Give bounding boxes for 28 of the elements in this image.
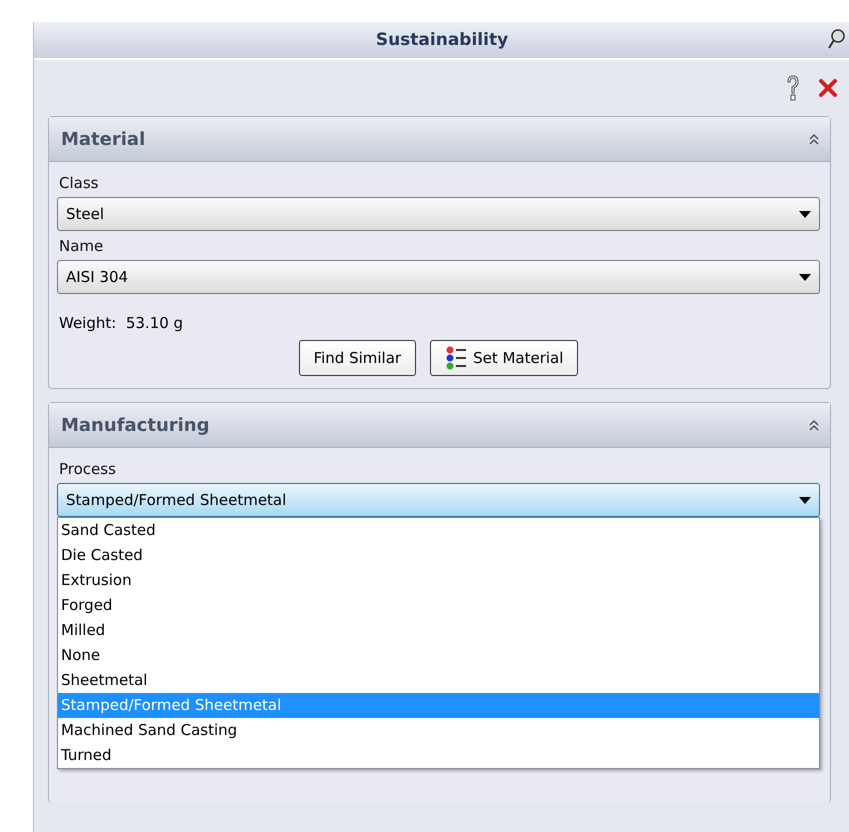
name-label: Name: [59, 237, 104, 255]
dropdown-option[interactable]: Machined Sand Casting: [58, 718, 819, 743]
close-icon[interactable]: [818, 78, 838, 98]
group-title: Manufacturing: [61, 414, 210, 436]
set-material-button[interactable]: Set Material: [430, 340, 578, 376]
help-icon[interactable]: [786, 75, 800, 101]
collapse-icon[interactable]: [808, 132, 820, 146]
dropdown-option[interactable]: Die Casted: [58, 543, 819, 568]
group-title: Material: [61, 128, 146, 150]
name-dropdown[interactable]: AISI 304: [57, 260, 820, 294]
window-title: Sustainability: [376, 30, 508, 50]
weight-text: Weight: 53.10 g: [59, 314, 184, 332]
class-dropdown[interactable]: Steel: [57, 197, 820, 231]
material-list-icon: [445, 345, 468, 371]
dropdown-option[interactable]: Sheetmetal: [58, 668, 819, 693]
dropdown-option[interactable]: Milled: [58, 618, 819, 643]
group-header[interactable]: Material: [49, 117, 830, 162]
dropdown-option[interactable]: Forged: [58, 593, 819, 618]
process-dropdown[interactable]: Stamped/Formed Sheetmetal: [57, 483, 820, 517]
dropdown-option[interactable]: Turned: [58, 743, 819, 768]
dropdown-option[interactable]: Sand Casted: [58, 518, 819, 543]
collapse-icon[interactable]: [808, 418, 820, 432]
group-header[interactable]: Manufacturing: [49, 403, 830, 448]
class-label: Class: [59, 174, 100, 192]
process-label: Process: [59, 460, 117, 478]
dropdown-option[interactable]: Extrusion: [58, 568, 819, 593]
dropdown-option[interactable]: None: [58, 643, 819, 668]
find-similar-button[interactable]: Find Similar: [298, 340, 416, 376]
